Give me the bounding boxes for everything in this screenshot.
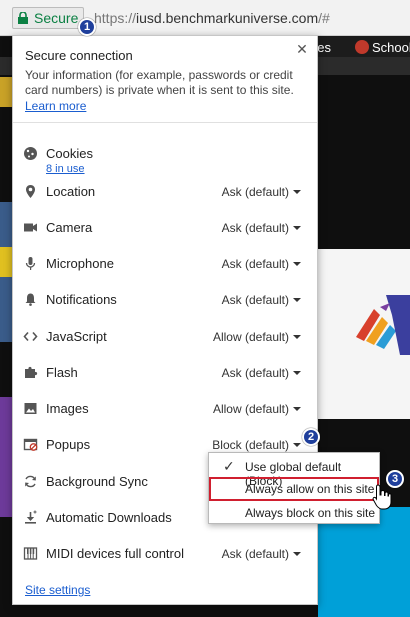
close-icon[interactable]: ✕ <box>295 42 309 56</box>
url-scheme: https:// <box>94 10 137 26</box>
chevron-down-icon <box>293 407 301 411</box>
microphone-icon <box>25 257 36 270</box>
cookies-label: Cookies <box>46 146 93 161</box>
background-nav-school: School <box>372 40 410 55</box>
step-badge-1: 1 <box>78 18 96 36</box>
permission-value: Ask (default) <box>221 366 289 380</box>
menu-item-label: Always allow on this site <box>245 482 375 496</box>
permission-value: Ask (default) <box>221 547 289 561</box>
address-bar[interactable]: Secure https://iusd.benchmarkuniverse.co… <box>0 0 410 36</box>
permission-label: Automatic Downloads <box>46 510 172 525</box>
permission-select[interactable]: Ask (default) <box>222 547 301 561</box>
permission-label: Microphone <box>46 256 114 271</box>
chevron-down-icon <box>293 443 301 447</box>
puzzle-icon <box>25 366 38 378</box>
location-pin-icon <box>26 185 35 198</box>
permission-value: Ask (default) <box>221 221 289 235</box>
menu-item-label: Always block on this site <box>245 506 376 520</box>
permission-select[interactable]: Allow (default) <box>213 402 301 416</box>
permission-value: Allow (default) <box>212 330 289 344</box>
download-icon <box>25 510 37 524</box>
permission-row-images: Images Allow (default) <box>13 397 317 421</box>
cookies-in-use-link[interactable]: 8 in use <box>46 163 85 175</box>
permission-row-notifications: Notifications Ask (default) <box>13 288 317 312</box>
permission-label: Images <box>46 401 89 416</box>
checkmark-icon: ✓ <box>223 458 235 474</box>
menu-item-always-allow[interactable]: Always allow on this site <box>209 477 379 501</box>
popup-title: Secure connection <box>25 48 133 63</box>
lock-icon <box>18 12 28 24</box>
chevron-down-icon <box>293 335 301 339</box>
chevron-down-icon <box>293 262 301 266</box>
popups-dropdown-menu: ✓ Use global default (Block) Always allo… <box>208 452 380 524</box>
permission-row-microphone: Microphone Ask (default) <box>13 252 317 276</box>
permission-select[interactable]: Allow (default) <box>213 330 301 344</box>
permission-label: Location <box>46 184 96 199</box>
permission-label: JavaScript <box>46 329 107 344</box>
menu-item-always-block[interactable]: Always block on this site <box>209 501 379 525</box>
step-badge-2: 2 <box>302 428 320 446</box>
hand-cursor-icon <box>372 484 392 510</box>
permission-value: Allow (default) <box>212 402 289 416</box>
chevron-down-icon <box>293 552 301 556</box>
url-path: /# <box>318 10 330 26</box>
permission-row-midi: MIDI devices full control Ask (default) <box>13 542 317 566</box>
chevron-down-icon <box>293 371 301 375</box>
permission-row-camera: Camera Ask (default) <box>13 216 317 240</box>
sync-icon <box>25 475 36 488</box>
url-host: iusd.benchmarkuniverse.com <box>136 10 319 26</box>
site-settings-link[interactable]: Site settings <box>25 583 90 597</box>
permission-row-javascript: JavaScript Allow (default) <box>13 325 317 349</box>
permission-row-flash: Flash Ask (default) <box>13 361 317 385</box>
permission-value: Ask (default) <box>221 257 289 271</box>
popups-select[interactable]: Block (default) <box>212 438 301 452</box>
url-text[interactable]: https://iusd.benchmarkuniverse.com/# <box>94 10 330 26</box>
chevron-down-icon <box>293 298 301 302</box>
permission-row-location: Location Ask (default) <box>13 180 317 204</box>
permission-value: Block (default) <box>212 438 289 452</box>
permission-label: Flash <box>46 365 78 380</box>
permission-label: Popups <box>46 437 91 452</box>
learn-more-link[interactable]: Learn more <box>25 99 86 113</box>
permission-select[interactable]: Ask (default) <box>222 185 301 199</box>
menu-item-use-global-default[interactable]: ✓ Use global default (Block) <box>209 455 379 488</box>
secure-label: Secure <box>34 10 79 26</box>
secure-chip-button[interactable]: Secure <box>12 7 85 29</box>
permission-label: Background Sync <box>46 474 148 489</box>
permission-select[interactable]: Ask (default) <box>222 257 301 271</box>
permission-label: Camera <box>46 220 93 235</box>
camera-icon <box>24 223 37 232</box>
code-brackets-icon <box>23 331 38 342</box>
popup-blocked-icon <box>23 438 38 451</box>
permission-select[interactable]: Ask (default) <box>222 293 301 307</box>
popup-description: Your information (for example, passwords… <box>25 68 294 97</box>
permission-select[interactable]: Ask (default) <box>222 221 301 235</box>
permission-value: Ask (default) <box>221 293 289 307</box>
school-icon <box>355 40 369 54</box>
permission-label: MIDI devices full control <box>46 546 184 561</box>
bell-icon <box>25 293 36 306</box>
image-icon <box>24 403 37 414</box>
chevron-down-icon <box>293 190 301 194</box>
divider <box>13 122 317 123</box>
permission-select[interactable]: Ask (default) <box>222 366 301 380</box>
chevron-down-icon <box>293 226 301 230</box>
permission-value: Ask (default) <box>221 185 289 199</box>
piano-keys-icon <box>23 547 38 560</box>
permission-label: Notifications <box>46 292 117 307</box>
benchmark-logo-icon <box>356 295 410 355</box>
cookie-icon <box>24 147 37 160</box>
